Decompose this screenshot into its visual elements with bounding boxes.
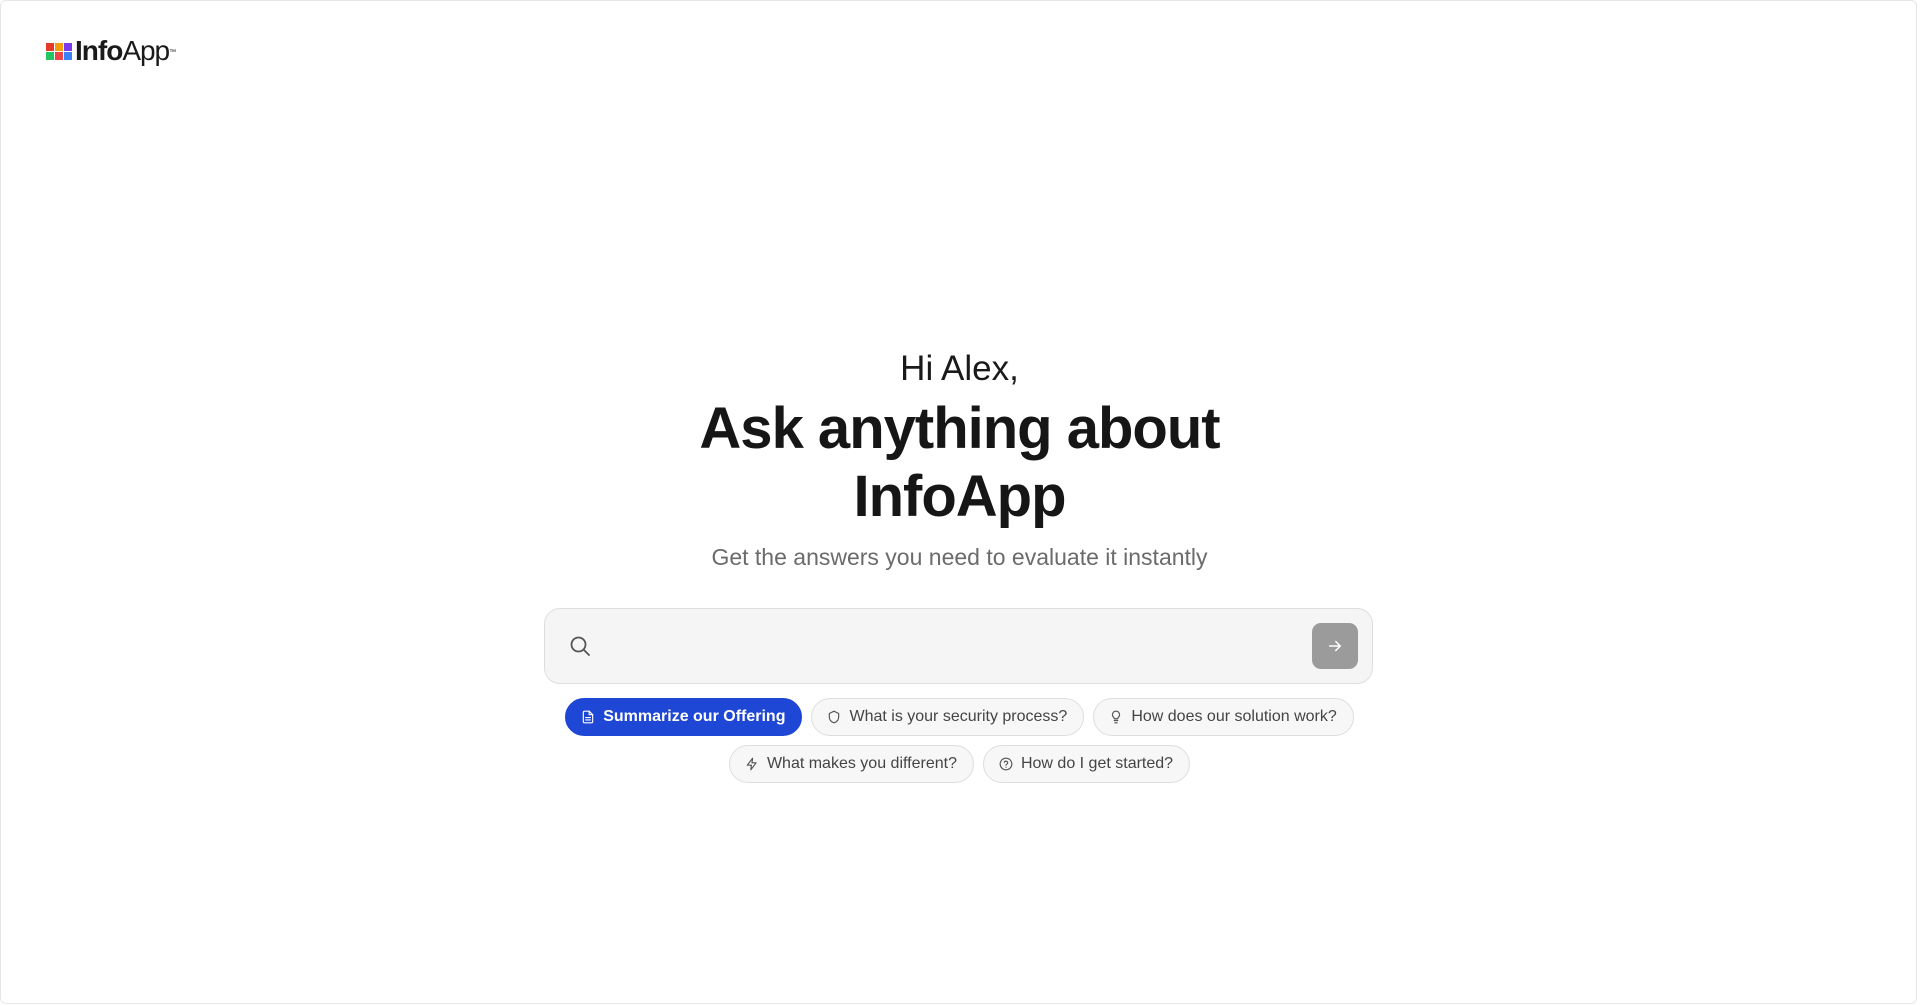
suggestion-chip-label: Summarize our Offering (603, 708, 786, 725)
sparkle-icon (745, 757, 759, 771)
document-icon (581, 710, 595, 724)
suggestion-chip-label: What makes you different? (766, 755, 957, 772)
search-icon (568, 634, 592, 658)
infoapp-logo[interactable]: InfoApp™ (46, 35, 176, 66)
logo-mark-icon (46, 42, 72, 60)
trademark-mark: ™ (169, 49, 176, 56)
app-frame: InfoApp™ Hi Alex, Ask anything about Inf… (0, 0, 1917, 1004)
search-input[interactable] (604, 634, 1312, 658)
shield-icon (827, 710, 841, 724)
suggestion-row-2: What makes you different? How do I get s… (728, 745, 1191, 783)
subtitle: Get the answers you need to evaluate it … (711, 544, 1208, 570)
suggestion-chip-summarize[interactable]: Summarize our Offering (565, 698, 803, 736)
suggestion-chip-different[interactable]: What makes you different? (728, 745, 974, 783)
question-circle-icon (999, 757, 1013, 771)
suggestion-chip-label: How do I get started? (1020, 755, 1174, 772)
suggestion-row-1: Summarize our Offering What is your secu… (565, 698, 1354, 736)
page-title-line-2: InfoApp (853, 464, 1066, 529)
logo-wordmark-bold: Info (75, 35, 123, 66)
page-title: Ask anything about InfoApp (1, 395, 1918, 531)
lightbulb-icon (1109, 710, 1123, 724)
arrow-right-icon (1326, 637, 1344, 655)
suggestion-chip-get-started[interactable]: How do I get started? (982, 745, 1191, 783)
suggestion-chip-security[interactable]: What is your security process? (811, 698, 1085, 736)
suggestion-chips: Summarize our Offering What is your secu… (1, 698, 1918, 783)
page-title-line-1: Ask anything about (699, 396, 1220, 461)
suggestion-chip-how-it-works[interactable]: How does our solution work? (1093, 698, 1354, 736)
logo-wordmark-light: App (122, 35, 170, 66)
hero: Hi Alex, Ask anything about InfoApp Get … (1, 345, 1918, 573)
logo-wordmark: InfoApp™ (75, 35, 176, 66)
greeting: Hi Alex, (900, 349, 1019, 388)
suggestion-chip-label: What is your security process? (849, 708, 1068, 725)
suggestion-chip-label: How does our solution work? (1131, 708, 1337, 725)
search-bar (544, 608, 1373, 684)
submit-button[interactable] (1312, 623, 1358, 669)
